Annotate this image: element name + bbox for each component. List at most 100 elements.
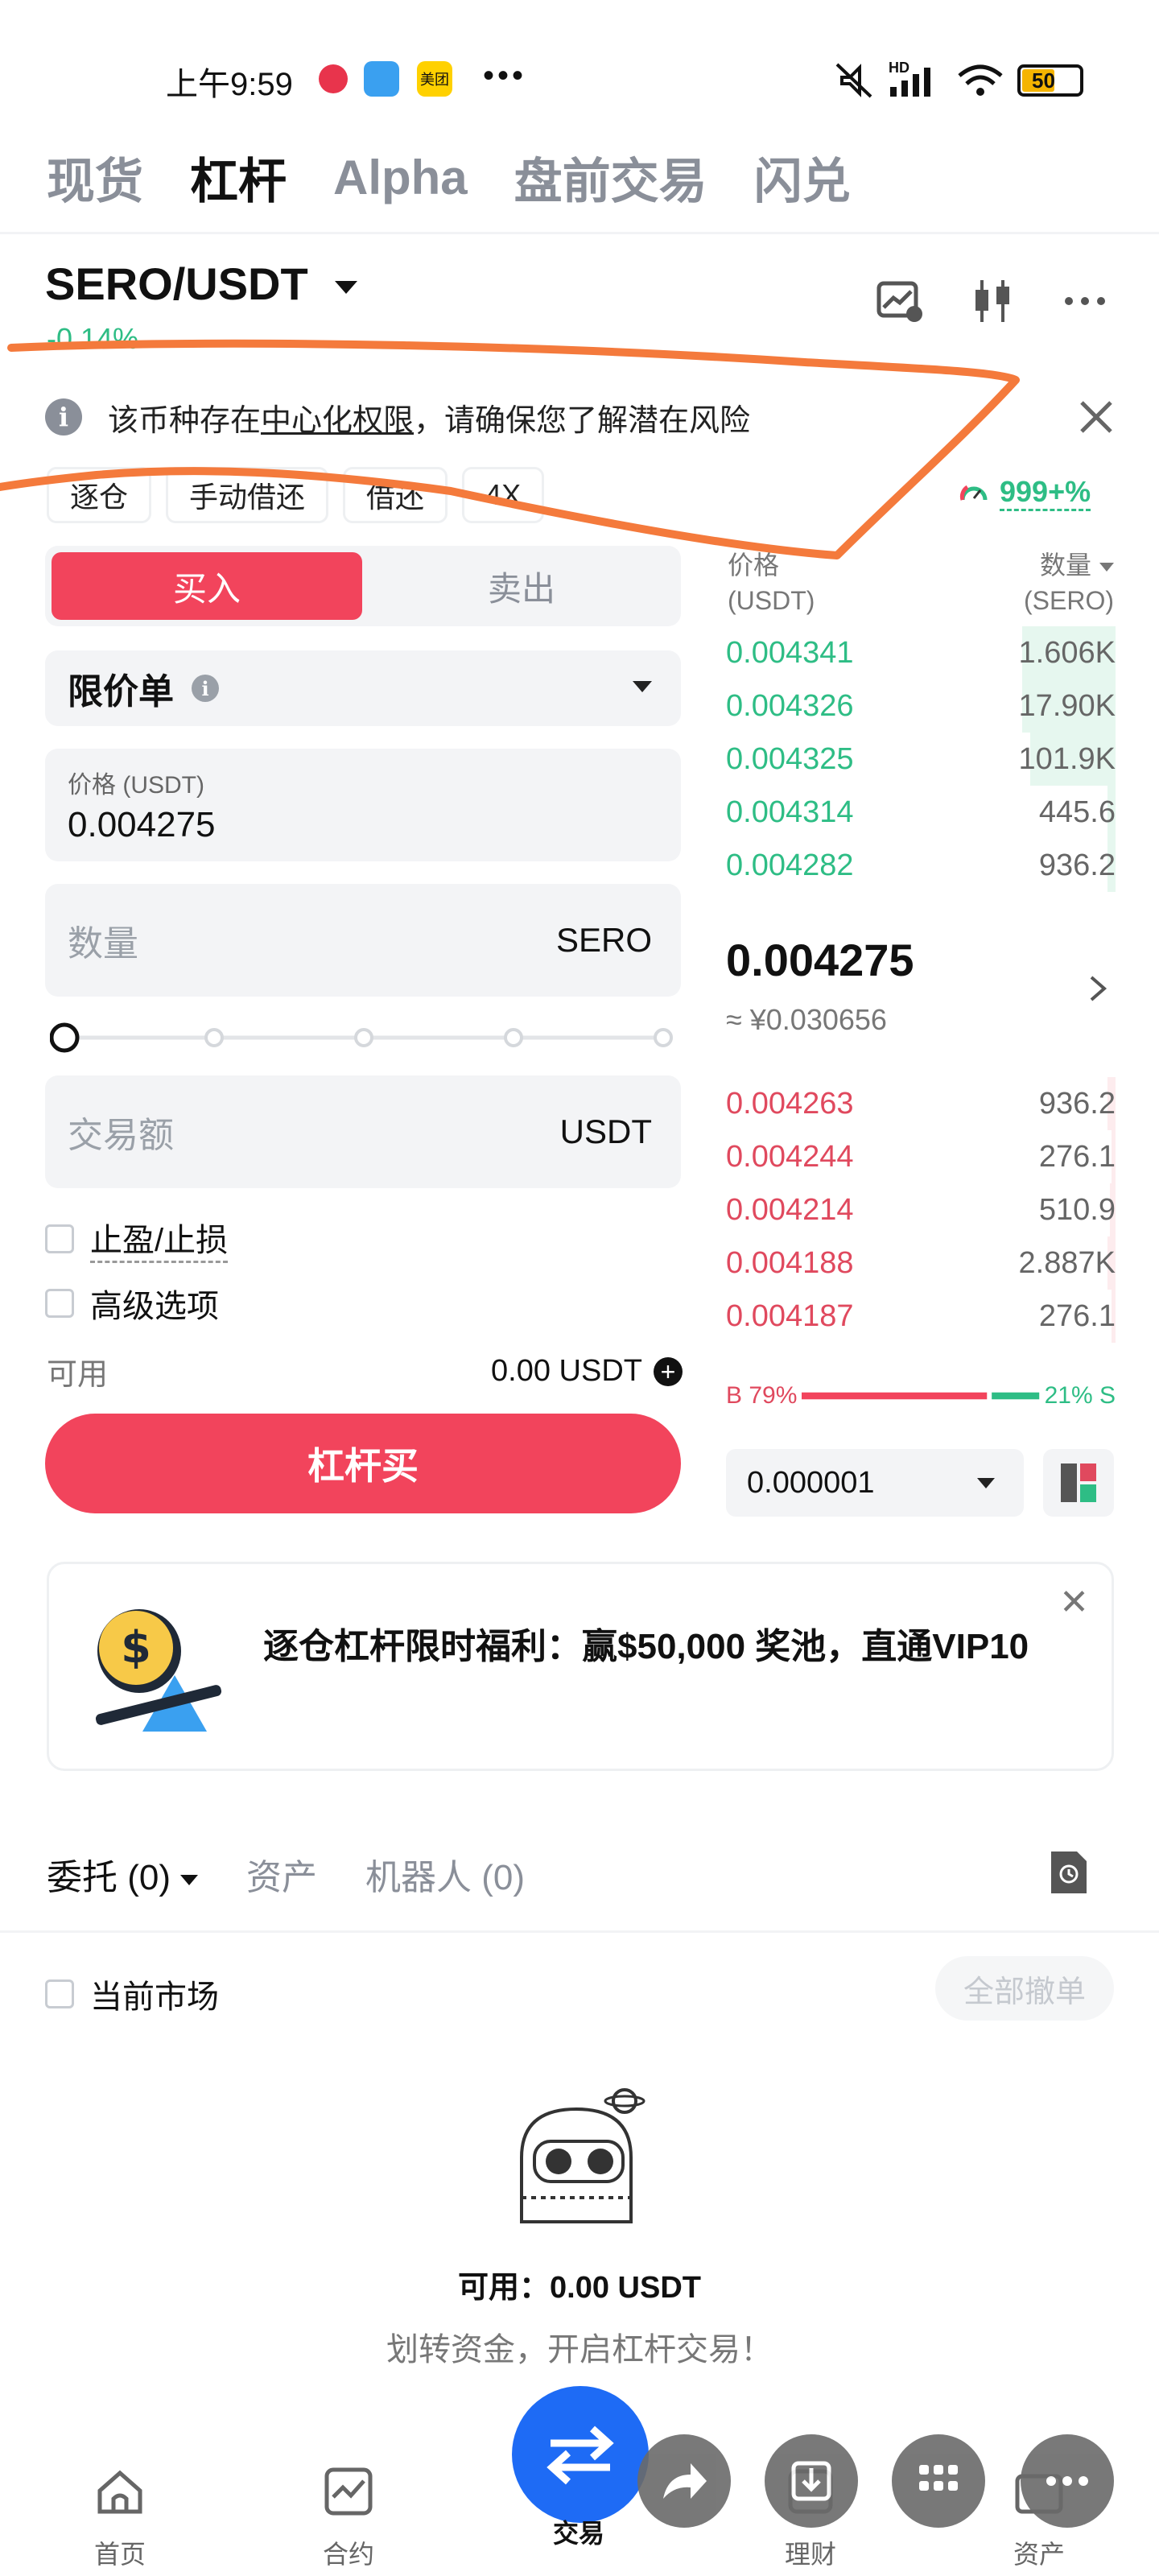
current-market-checkbox[interactable] xyxy=(45,1979,74,2008)
current-market-label: 当前市场 xyxy=(90,1979,219,2015)
orderbook-price: 0.004325 xyxy=(726,741,854,776)
notice-link[interactable]: 中心化权限 xyxy=(261,404,414,438)
chip-manual-borrow[interactable]: 手动借还 xyxy=(166,467,329,523)
orderbook-price: 0.004187 xyxy=(726,1298,854,1333)
chevron-right-icon[interactable] xyxy=(1087,974,1109,1003)
orderbook-qty: 276.1 xyxy=(1038,1298,1116,1333)
risk-notice-text: 该币种存在中心化权限，请确保您了解潜在风险 xyxy=(108,395,750,440)
empty-state-robot-icon xyxy=(520,2088,645,2223)
tab-convert[interactable]: 闪兑 xyxy=(754,142,851,213)
quantity-field[interactable]: 数量 SERO xyxy=(45,884,681,997)
orderbook-row[interactable]: 0.004263 936.2 xyxy=(726,1077,1116,1130)
pair-selector[interactable]: SERO/USDT xyxy=(45,258,358,310)
order-history-icon[interactable] xyxy=(1046,1848,1091,1897)
tpsl-label[interactable]: 止盈/止损 xyxy=(90,1214,229,1263)
battery-icon: 50 xyxy=(1017,64,1083,97)
more-float-button[interactable] xyxy=(1021,2434,1114,2528)
ratio-bar xyxy=(802,1392,1040,1400)
slider-stop-100 xyxy=(654,1028,673,1047)
info-icon[interactable]: i xyxy=(192,675,219,702)
chart-settings-icon[interactable] xyxy=(876,277,924,325)
orderbook-qty: 445.6 xyxy=(1038,795,1116,829)
amount-unit: USDT xyxy=(559,1113,652,1150)
tab-spot[interactable]: 现货 xyxy=(47,142,143,213)
price-header-label: 价格 xyxy=(728,551,780,580)
tab-alpha[interactable]: Alpha xyxy=(333,150,468,205)
orderbook-price: 0.004341 xyxy=(726,635,854,670)
layout-icon xyxy=(1061,1463,1096,1502)
more-icon[interactable] xyxy=(1061,277,1109,325)
chip-borrow-repay[interactable]: 借还 xyxy=(343,467,448,523)
risk-rate[interactable]: 999+% xyxy=(958,475,1091,511)
nav-home[interactable]: 首页 xyxy=(60,2463,180,2571)
slider-stop-75 xyxy=(504,1028,523,1047)
orderbook-qty: 17.90K xyxy=(1018,688,1116,723)
add-funds-icon[interactable]: + xyxy=(654,1356,683,1386)
nav-futures[interactable]: 合约 xyxy=(288,2463,409,2571)
orderbook-row[interactable]: 0.004188 2.887K xyxy=(726,1236,1116,1290)
sell-tab[interactable]: 卖出 xyxy=(367,552,676,620)
current-market-row[interactable]: 当前市场 xyxy=(45,1971,219,2017)
apps-float-button[interactable] xyxy=(892,2434,985,2528)
orderbook-price: 0.004244 xyxy=(726,1139,854,1174)
share-float-button[interactable] xyxy=(637,2434,731,2528)
tpsl-row[interactable]: 止盈/止损 xyxy=(45,1214,229,1263)
amount-field[interactable]: 交易额 USDT xyxy=(45,1075,681,1188)
tab-assets[interactable]: 资产 xyxy=(246,1848,317,1900)
sell-ratio-label: 21% S xyxy=(1044,1382,1116,1409)
tab-margin[interactable]: 杠杆 xyxy=(190,142,287,213)
notice-suffix: ，请确保您了解潜在风险 xyxy=(414,403,751,438)
chip-isolated[interactable]: 逐仓 xyxy=(47,467,152,523)
promo-banner[interactable]: $ 逐仓杠杆限时福利：赢$50,000 奖池，直通VIP10 ✕ xyxy=(47,1562,1114,1771)
price-field[interactable]: 价格 (USDT) 0.004275 xyxy=(45,749,681,861)
orderbook-qty: 936.2 xyxy=(1038,848,1116,882)
nav-trade[interactable]: 交易 xyxy=(518,2513,639,2550)
tab-bots[interactable]: 机器人 (0) xyxy=(365,1848,525,1900)
download-float-button[interactable] xyxy=(765,2434,858,2528)
tab-orders[interactable]: 委托 (0) xyxy=(47,1848,198,1900)
orderbook-qty: 936.2 xyxy=(1038,1086,1116,1121)
amount-slider[interactable] xyxy=(50,1018,674,1058)
orderbook-row[interactable]: 0.004244 276.1 xyxy=(726,1130,1116,1183)
orderbook-layout-button[interactable] xyxy=(1043,1449,1114,1517)
orderbook-qty-header[interactable]: 数量 (SERO) xyxy=(990,547,1114,618)
buy-tab[interactable]: 买入 xyxy=(52,552,362,620)
orderbook-row[interactable]: 0.004325 101.9K xyxy=(726,733,1116,786)
order-type-select[interactable]: 限价单 i xyxy=(45,650,681,726)
nav-earn-label: 理财 xyxy=(784,2540,836,2569)
tab-premarket[interactable]: 盘前交易 xyxy=(514,142,707,213)
orderbook-row[interactable]: 0.004326 17.90K xyxy=(726,679,1116,733)
buy-ratio-bar xyxy=(802,1392,988,1400)
orderbook-row[interactable]: 0.004282 936.2 xyxy=(726,839,1116,892)
orderbook-row[interactable]: 0.004214 510.9 xyxy=(726,1183,1116,1236)
buy-ratio-label: B 79% xyxy=(726,1382,798,1409)
orderbook-row[interactable]: 0.004314 445.6 xyxy=(726,786,1116,839)
orderbook-price: 0.004314 xyxy=(726,795,854,829)
futures-icon xyxy=(324,2467,373,2516)
advanced-checkbox[interactable] xyxy=(45,1289,74,1318)
margin-buy-button[interactable]: 杠杆买 xyxy=(45,1414,681,1513)
chat-app-icon xyxy=(364,61,399,97)
tpsl-checkbox[interactable] xyxy=(45,1224,74,1253)
chip-leverage[interactable]: 4X xyxy=(462,467,545,523)
download-icon xyxy=(791,2461,831,2501)
orderbook-row[interactable]: 0.004187 276.1 xyxy=(726,1290,1116,1343)
candlestick-icon[interactable] xyxy=(969,277,1017,325)
chevron-down-icon xyxy=(180,1874,198,1885)
advanced-row[interactable]: 高级选项 xyxy=(45,1280,219,1327)
cancel-all-button[interactable]: 全部撤单 xyxy=(935,1956,1114,2021)
status-bar: 上午9:59 美团 ••• HD 50 xyxy=(0,0,1159,137)
status-time: 上午9:59 xyxy=(166,67,293,102)
header-divider xyxy=(0,232,1159,234)
close-icon[interactable]: ✕ xyxy=(1059,1582,1089,1623)
empty-hint: 划转资金，开启杠杆交易！ xyxy=(386,2332,773,2368)
close-icon[interactable] xyxy=(1077,398,1116,436)
risk-gauge-icon xyxy=(959,485,988,501)
price-value[interactable]: 0.004275 xyxy=(68,805,658,845)
signal-icon xyxy=(890,68,930,97)
trade-fab[interactable] xyxy=(512,2386,649,2523)
chevron-down-icon xyxy=(1099,563,1114,572)
amount-placeholder: 交易额 xyxy=(68,1116,174,1155)
precision-select[interactable]: 0.000001 xyxy=(726,1449,1024,1517)
orderbook-row[interactable]: 0.004341 1.606K xyxy=(726,626,1116,679)
